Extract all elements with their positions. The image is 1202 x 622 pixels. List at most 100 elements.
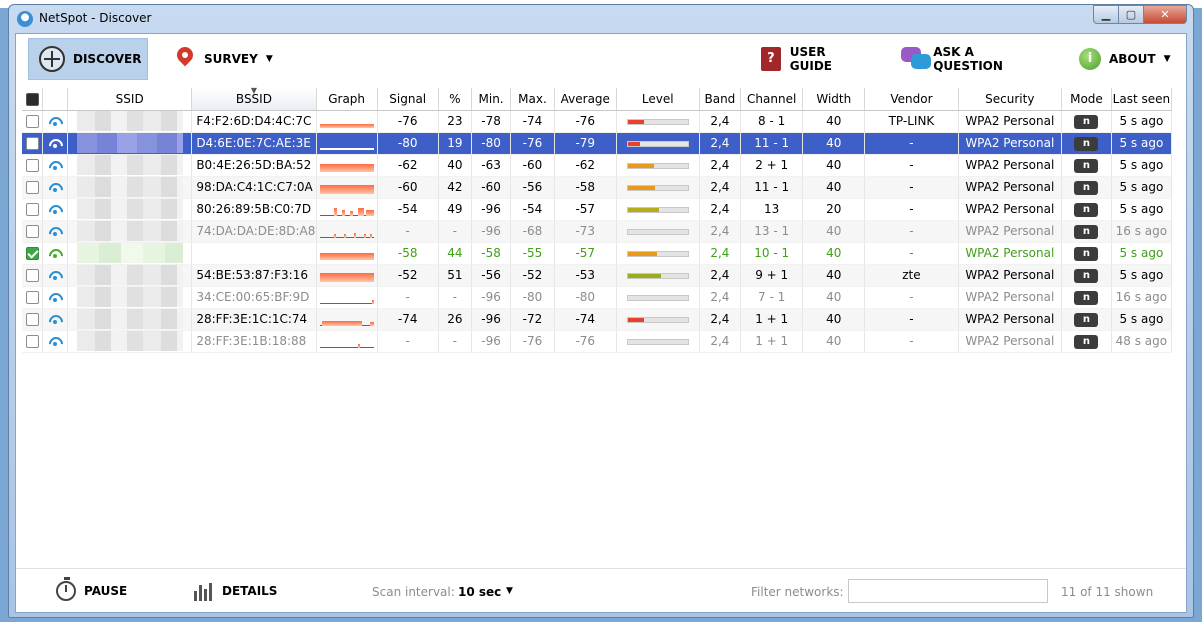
column-header-level[interactable]: Level [616, 88, 700, 111]
wifi-signal-icon [48, 182, 62, 194]
wifi-signal-icon [48, 314, 62, 326]
table-row[interactable]: 28:FF:3E:1C:1C:74 -74 26 -96 -72 -74 2,4 1 + 14… [22, 308, 1173, 331]
row-checkbox[interactable] [25, 159, 39, 172]
row-checkbox[interactable] [25, 247, 39, 260]
column-header-max[interactable]: Max. [510, 88, 555, 111]
column-header-mode[interactable]: Mode [1061, 88, 1112, 111]
table-row[interactable]: D4:6E:0E:7C:AE:3E -80 19 -80 -76 -79 2,4 11 - 1… [22, 132, 1173, 155]
column-header-average[interactable]: Average [554, 88, 617, 111]
row-checkbox-cell[interactable] [22, 220, 44, 243]
row-checkbox[interactable] [25, 225, 39, 238]
vendor-cell: - [864, 308, 959, 331]
band-cell: 2,4 [699, 286, 742, 309]
about-button[interactable]: i ABOUT ▼ [1079, 38, 1179, 80]
level-cell [616, 176, 700, 199]
client-area: DISCOVER SURVEY ▼ ? USER GUIDE ASK A QUE… [15, 33, 1187, 613]
table-row[interactable]: 54:BE:53:87:F3:16 -52 51 -56 -52 -53 2,4 9 + 14… [22, 264, 1173, 287]
graph-segment [319, 124, 374, 128]
table-row[interactable]: 34:CE:00:65:BF:9D - - -96 -80 -80 2,4 7 - 1 40- W… [22, 286, 1173, 309]
row-checkbox-cell[interactable] [22, 330, 44, 353]
row-checkbox[interactable] [25, 137, 39, 150]
level-cell [616, 220, 700, 243]
column-header-bssid[interactable]: ▼ BSSID [191, 87, 317, 111]
row-checkbox[interactable] [25, 269, 39, 282]
minimize-button[interactable]: ▁ [1093, 5, 1119, 24]
row-checkbox-cell[interactable] [22, 110, 44, 133]
ssid-cell [67, 132, 193, 155]
user-guide-button[interactable]: ? USER GUIDE [761, 38, 871, 80]
column-header-signal[interactable]: Signal [377, 88, 439, 111]
ssid-cell [67, 110, 193, 133]
mode-badge: n [1074, 291, 1099, 305]
chevron-down-icon[interactable]: ▼ [266, 54, 273, 64]
maximize-button[interactable]: ▢ [1118, 5, 1144, 24]
wifi-icon-cell [42, 176, 69, 199]
table-row[interactable]: 80:26:89:5B:C0:7D -54 49 -96 -54 -57 2,4 13 20- W… [22, 198, 1173, 221]
vendor-cell: TP-LINK [864, 110, 959, 133]
row-checkbox[interactable] [25, 313, 39, 326]
column-header-percent[interactable]: % [438, 88, 472, 111]
column-header-graph[interactable]: Graph [316, 88, 378, 111]
ssid-cell [67, 330, 193, 353]
level-meter [626, 250, 689, 257]
max-cell: -56 [510, 176, 555, 199]
row-checkbox-cell[interactable] [22, 198, 44, 221]
ask-question-button[interactable]: ASK A QUESTION [901, 38, 1041, 80]
column-header-width[interactable]: Width [802, 88, 866, 111]
table-row[interactable]: F4:F2:6D:D4:4C:7C -76 23 -78 -74 -76 2,4 8 - 14… [22, 110, 1173, 133]
row-checkbox-cell[interactable] [22, 264, 44, 287]
column-header-band[interactable]: Band [699, 88, 742, 111]
mode-cell: n [1061, 264, 1112, 287]
min-cell: -96 [471, 330, 512, 353]
table-row[interactable]: 74:DA:DA:DE:8D:A8- - -96 -68 -73 2,4 13 - 1 40-… [22, 220, 1173, 243]
row-checkbox-cell[interactable] [22, 176, 44, 199]
table-row[interactable]: 28:FF:3E:1B:18:88- - -96 -76 -76 2,4 1 + 1 40- W… [22, 330, 1173, 353]
row-checkbox[interactable] [25, 181, 39, 194]
row-checkbox[interactable] [25, 335, 39, 348]
column-header-last-seen[interactable]: Last seen [1111, 88, 1173, 111]
column-header-min[interactable]: Min. [471, 88, 512, 111]
vendor-cell: zte [864, 264, 959, 287]
column-header-channel[interactable]: Channel [740, 88, 804, 111]
row-checkbox-cell[interactable] [22, 242, 44, 265]
graph-segment [369, 322, 374, 326]
scan-interval-select[interactable]: 10 sec [458, 585, 501, 599]
column-header-ssid[interactable]: SSID [67, 88, 193, 111]
average-cell: -57 [554, 242, 617, 265]
level-meter-fill [627, 141, 640, 146]
title-bar[interactable]: NetSpot - Discover ▁ ▢ ✕ [9, 5, 1193, 33]
table-row[interactable]: B0:4E:26:5D:BA:52 -62 40 -63 -60 -62 2,4 2 + 14… [22, 154, 1173, 177]
map-pin-icon [176, 47, 194, 71]
min-cell: -60 [471, 176, 512, 199]
graph-cell [316, 110, 378, 133]
select-all-checkbox[interactable] [25, 92, 39, 106]
band-cell: 2,4 [699, 264, 742, 287]
level-meter [626, 206, 689, 213]
wifi-icon-cell [42, 220, 69, 243]
table-row[interactable]: -58 44 -58 -55 -57 2,4 10 - 1 40- WPA2 Personal n… [22, 242, 1173, 265]
row-checkbox-cell[interactable] [22, 308, 44, 331]
survey-button[interactable]: SURVEY ▼ [176, 38, 286, 80]
pause-button[interactable]: PAUSE [56, 577, 127, 605]
column-header-security[interactable]: Security [958, 88, 1063, 111]
row-checkbox-cell[interactable] [22, 286, 44, 309]
chevron-down-icon[interactable]: ▼ [1164, 54, 1171, 64]
wifi-icon-cell [42, 154, 69, 177]
close-button[interactable]: ✕ [1143, 5, 1187, 24]
details-button[interactable]: DETAILS [194, 577, 277, 605]
column-header-vendor[interactable]: Vendor [864, 88, 959, 111]
chevron-down-icon[interactable]: ▼ [506, 586, 513, 596]
row-checkbox[interactable] [25, 291, 39, 304]
select-all-checkbox-cell[interactable] [22, 88, 44, 111]
row-checkbox[interactable] [25, 203, 39, 216]
filter-networks-input[interactable] [848, 579, 1048, 603]
ssid-cell [67, 220, 193, 243]
ssid-redacted [76, 111, 183, 131]
discover-button[interactable]: DISCOVER [28, 38, 148, 80]
row-checkbox-cell[interactable] [22, 132, 44, 155]
table-row[interactable]: 98:DA:C4:1C:C7:0A -60 42 -60 -56 -58 2,4 11 - 1… [22, 176, 1173, 199]
row-checkbox[interactable] [25, 115, 39, 128]
row-checkbox-cell[interactable] [22, 154, 44, 177]
ssid-redacted [76, 155, 183, 175]
min-cell: -80 [471, 132, 512, 155]
